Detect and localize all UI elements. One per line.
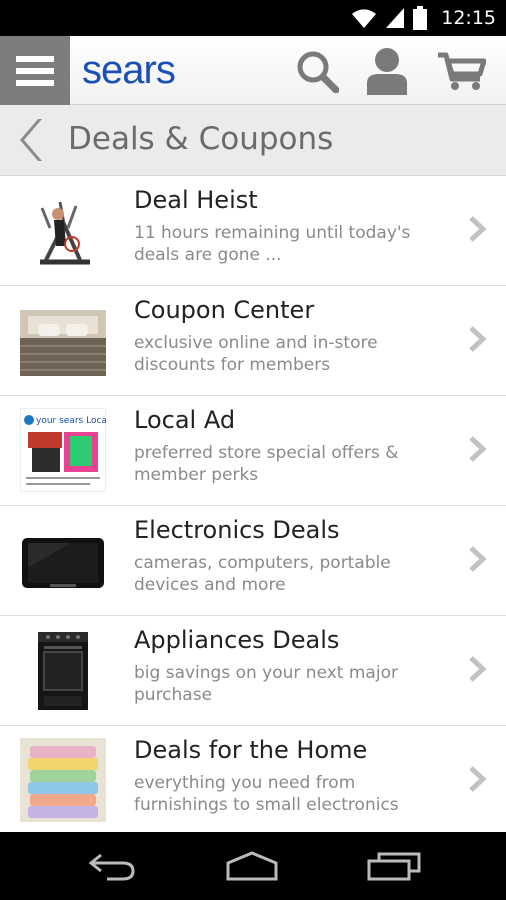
deal-title: Deals for the Home xyxy=(134,736,368,764)
deal-description: everything you need from furnishings to … xyxy=(134,773,399,815)
local-ad-thumbnail: your sears Local xyxy=(20,408,106,492)
chevron-right-icon xyxy=(469,436,486,462)
cart-icon xyxy=(438,52,486,90)
nav-back-button[interactable] xyxy=(82,842,142,890)
recent-apps-icon xyxy=(367,852,421,881)
menu-button[interactable] xyxy=(0,36,70,105)
wifi-icon xyxy=(352,9,377,28)
back-arrow-icon xyxy=(88,853,135,881)
back-chevron-icon xyxy=(20,119,42,161)
chevron-right-icon xyxy=(469,326,486,352)
electronics-deals-thumbnail xyxy=(20,518,106,602)
list-item-coupon-center[interactable]: Coupon Center exclusive online and in-st… xyxy=(0,286,506,396)
user-icon xyxy=(367,48,407,95)
chevron-right-icon xyxy=(469,546,486,572)
list-item-deal-heist[interactable]: Deal Heist 11 hours remaining until toda… xyxy=(0,176,506,286)
status-bar: 12:15 xyxy=(0,0,506,36)
back-button[interactable] xyxy=(14,115,50,165)
list-item-electronics-deals[interactable]: Electronics Deals cameras, computers, po… xyxy=(0,506,506,616)
home-icon xyxy=(226,851,278,881)
app-header: sears xyxy=(0,36,506,105)
sears-logo[interactable]: sears xyxy=(82,48,176,93)
chevron-right-icon xyxy=(469,766,486,792)
list-item-appliances-deals[interactable]: Appliances Deals big savings on your nex… xyxy=(0,616,506,726)
cart-button[interactable] xyxy=(436,48,486,94)
coupon-center-thumbnail xyxy=(20,298,106,382)
deals-for-the-home-thumbnail xyxy=(20,738,106,822)
deal-title: Local Ad xyxy=(134,406,236,434)
hamburger-menu-icon xyxy=(16,55,54,86)
search-button[interactable] xyxy=(292,48,342,94)
account-button[interactable] xyxy=(362,48,412,95)
deal-title: Electronics Deals xyxy=(134,516,340,544)
local-ad-thumb-text: your sears Local xyxy=(36,416,106,426)
system-nav-bar xyxy=(0,832,506,900)
chevron-right-icon xyxy=(469,656,486,682)
deal-description: preferred store special offers & member … xyxy=(134,443,399,485)
search-icon xyxy=(297,51,339,93)
deal-title: Deal Heist xyxy=(134,186,258,214)
page-title-bar: Deals & Coupons xyxy=(0,105,506,176)
deal-description: 11 hours remaining until today's deals a… xyxy=(134,223,411,265)
battery-icon xyxy=(413,6,428,30)
chevron-right-icon xyxy=(469,216,486,242)
deal-list: Deal Heist 11 hours remaining until toda… xyxy=(0,176,506,832)
deal-title: Coupon Center xyxy=(134,296,315,324)
deal-description: cameras, computers, portable devices and… xyxy=(134,553,391,595)
appliances-deals-thumbnail xyxy=(20,628,106,712)
list-item-deals-for-the-home[interactable]: Deals for the Home everything you need f… xyxy=(0,726,506,832)
deal-heist-thumbnail xyxy=(20,188,106,272)
nav-recent-apps-button[interactable] xyxy=(364,842,424,890)
deal-description: big savings on your next major purchase xyxy=(134,663,398,705)
signal-icon xyxy=(386,8,405,28)
list-item-local-ad[interactable]: your sears Local Local Ad preferred stor… xyxy=(0,396,506,506)
page-title: Deals & Coupons xyxy=(68,121,334,157)
deal-title: Appliances Deals xyxy=(134,626,340,654)
status-icons: 12:15 xyxy=(351,0,496,36)
deal-description: exclusive online and in-store discounts … xyxy=(134,333,378,375)
nav-home-button[interactable] xyxy=(222,842,282,890)
status-time: 12:15 xyxy=(441,7,496,29)
